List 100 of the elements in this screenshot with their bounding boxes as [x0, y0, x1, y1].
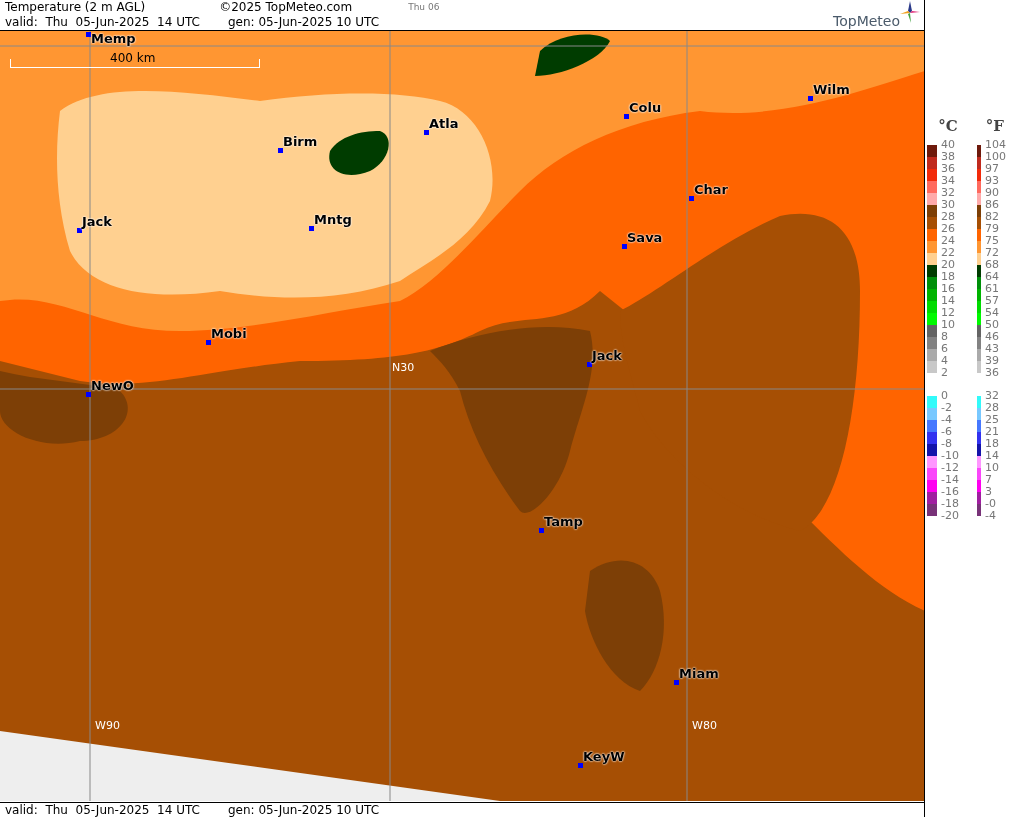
fahrenheit-value: 36 [984, 367, 1000, 379]
celsius-value: 38 [940, 151, 956, 163]
city-label: Birm [283, 134, 318, 149]
city-label: KeyW [583, 749, 625, 764]
city-marker [578, 763, 583, 768]
celsius-value: 20 [940, 259, 956, 271]
city-marker [309, 226, 314, 231]
fahrenheit-value: 72 [984, 247, 1000, 259]
city-label: Char [694, 182, 728, 197]
celsius-value: 30 [940, 199, 956, 211]
copyright-text: ©2025 TopMeteo.com [219, 0, 353, 15]
map-title: Temperature (2 m AGL) [5, 0, 146, 15]
celsius-value: 28 [940, 211, 956, 223]
celsius-value: -16 [940, 486, 960, 498]
celsius-value: 24 [940, 235, 956, 247]
celsius-value: 34 [940, 175, 956, 187]
city-marker [808, 96, 813, 101]
city-marker [86, 392, 91, 397]
fahrenheit-value: 28 [984, 402, 1000, 414]
city-marker [77, 228, 82, 233]
celsius-value: 36 [940, 163, 956, 175]
scale-label: 400 km [110, 51, 156, 65]
fahrenheit-value: 100 [984, 151, 1007, 163]
celsius-value: 0 [940, 390, 949, 402]
fahrenheit-value: -0 [984, 498, 997, 510]
city-marker [624, 114, 629, 119]
celsius-value: -10 [940, 450, 960, 462]
celsius-value: -8 [940, 438, 953, 450]
fahrenheit-value: 86 [984, 199, 1000, 211]
fahrenheit-value: 82 [984, 211, 1000, 223]
celsius-value: 22 [940, 247, 956, 259]
celsius-value: 8 [940, 331, 949, 343]
celsius-value: 26 [940, 223, 956, 235]
celsius-value: -14 [940, 474, 960, 486]
fahrenheit-value: 25 [984, 414, 1000, 426]
fahrenheit-value: 7 [984, 474, 993, 486]
fahrenheit-value: 61 [984, 283, 1000, 295]
celsius-value: 2 [940, 367, 949, 379]
city-label: Tamp [544, 514, 583, 529]
city-marker [622, 244, 627, 249]
celsius-value: 6 [940, 343, 949, 355]
valid-time: valid: Thu 05-Jun-2025 14 UTC [5, 803, 200, 817]
celsius-value: 4 [940, 355, 949, 367]
fahrenheit-value: 32 [984, 390, 1000, 402]
celsius-value: -18 [940, 498, 960, 510]
fahrenheit-value: 68 [984, 259, 1000, 271]
celsius-value: 12 [940, 307, 956, 319]
fahrenheit-value: -4 [984, 510, 997, 522]
grid-label: W80 [692, 719, 717, 732]
fahrenheit-value: 97 [984, 163, 1000, 175]
celsius-value: -20 [940, 510, 960, 522]
celsius-value: -12 [940, 462, 960, 474]
city-label: Sava [627, 230, 663, 245]
valid-time: valid: Thu 05-Jun-2025 14 UTC [5, 15, 200, 30]
logo-text: TopMeteo [833, 13, 900, 29]
fahrenheit-value: 10 [984, 462, 1000, 474]
fahrenheit-value: 90 [984, 187, 1000, 199]
fahrenheit-value: 39 [984, 355, 1000, 367]
celsius-value: 18 [940, 271, 956, 283]
fahrenheit-value: 104 [984, 139, 1007, 151]
city-marker [674, 680, 679, 685]
city-marker [539, 528, 544, 533]
fahrenheit-value: 57 [984, 295, 1000, 307]
city-label: Wilm [813, 82, 850, 97]
city-marker [424, 130, 429, 135]
generated-time: gen: 05-Jun-2025 10 UTC [228, 803, 380, 817]
celsius-value: 40 [940, 139, 956, 151]
celsius-value: 32 [940, 187, 956, 199]
celsius-value: -6 [940, 426, 953, 438]
fahrenheit-value: 46 [984, 331, 1000, 343]
fahrenheit-value: 21 [984, 426, 1000, 438]
city-label: Mobi [211, 326, 247, 341]
generated-time: gen: 05-Jun-2025 10 UTC [228, 15, 380, 30]
fahrenheit-value: 79 [984, 223, 1000, 235]
fahrenheit-value: 93 [984, 175, 1000, 187]
city-marker [278, 148, 283, 153]
fahrenheit-value: 75 [984, 235, 1000, 247]
fahrenheit-value: 64 [984, 271, 1000, 283]
city-marker [689, 196, 694, 201]
celsius-unit: °C [938, 117, 958, 135]
day-label: Thu 06 [408, 1, 440, 14]
city-label: Miam [679, 666, 719, 681]
city-marker [587, 362, 592, 367]
city-label: Memp [91, 31, 136, 46]
city-marker [86, 32, 91, 37]
celsius-value: 14 [940, 295, 956, 307]
celsius-value: 10 [940, 319, 956, 331]
fahrenheit-value: 18 [984, 438, 1000, 450]
grid-label: W90 [95, 719, 120, 732]
celsius-value: 16 [940, 283, 956, 295]
fahrenheit-value: 54 [984, 307, 1000, 319]
fahrenheit-unit: °F [985, 117, 1004, 135]
fahrenheit-value: 50 [984, 319, 1000, 331]
city-label: Jack [592, 348, 622, 363]
city-label: Atla [429, 116, 459, 131]
celsius-value: -2 [940, 402, 953, 414]
fahrenheit-value: 14 [984, 450, 1000, 462]
city-label: Mntg [314, 212, 352, 227]
city-label: Colu [629, 100, 662, 115]
fahrenheit-value: 43 [984, 343, 1000, 355]
